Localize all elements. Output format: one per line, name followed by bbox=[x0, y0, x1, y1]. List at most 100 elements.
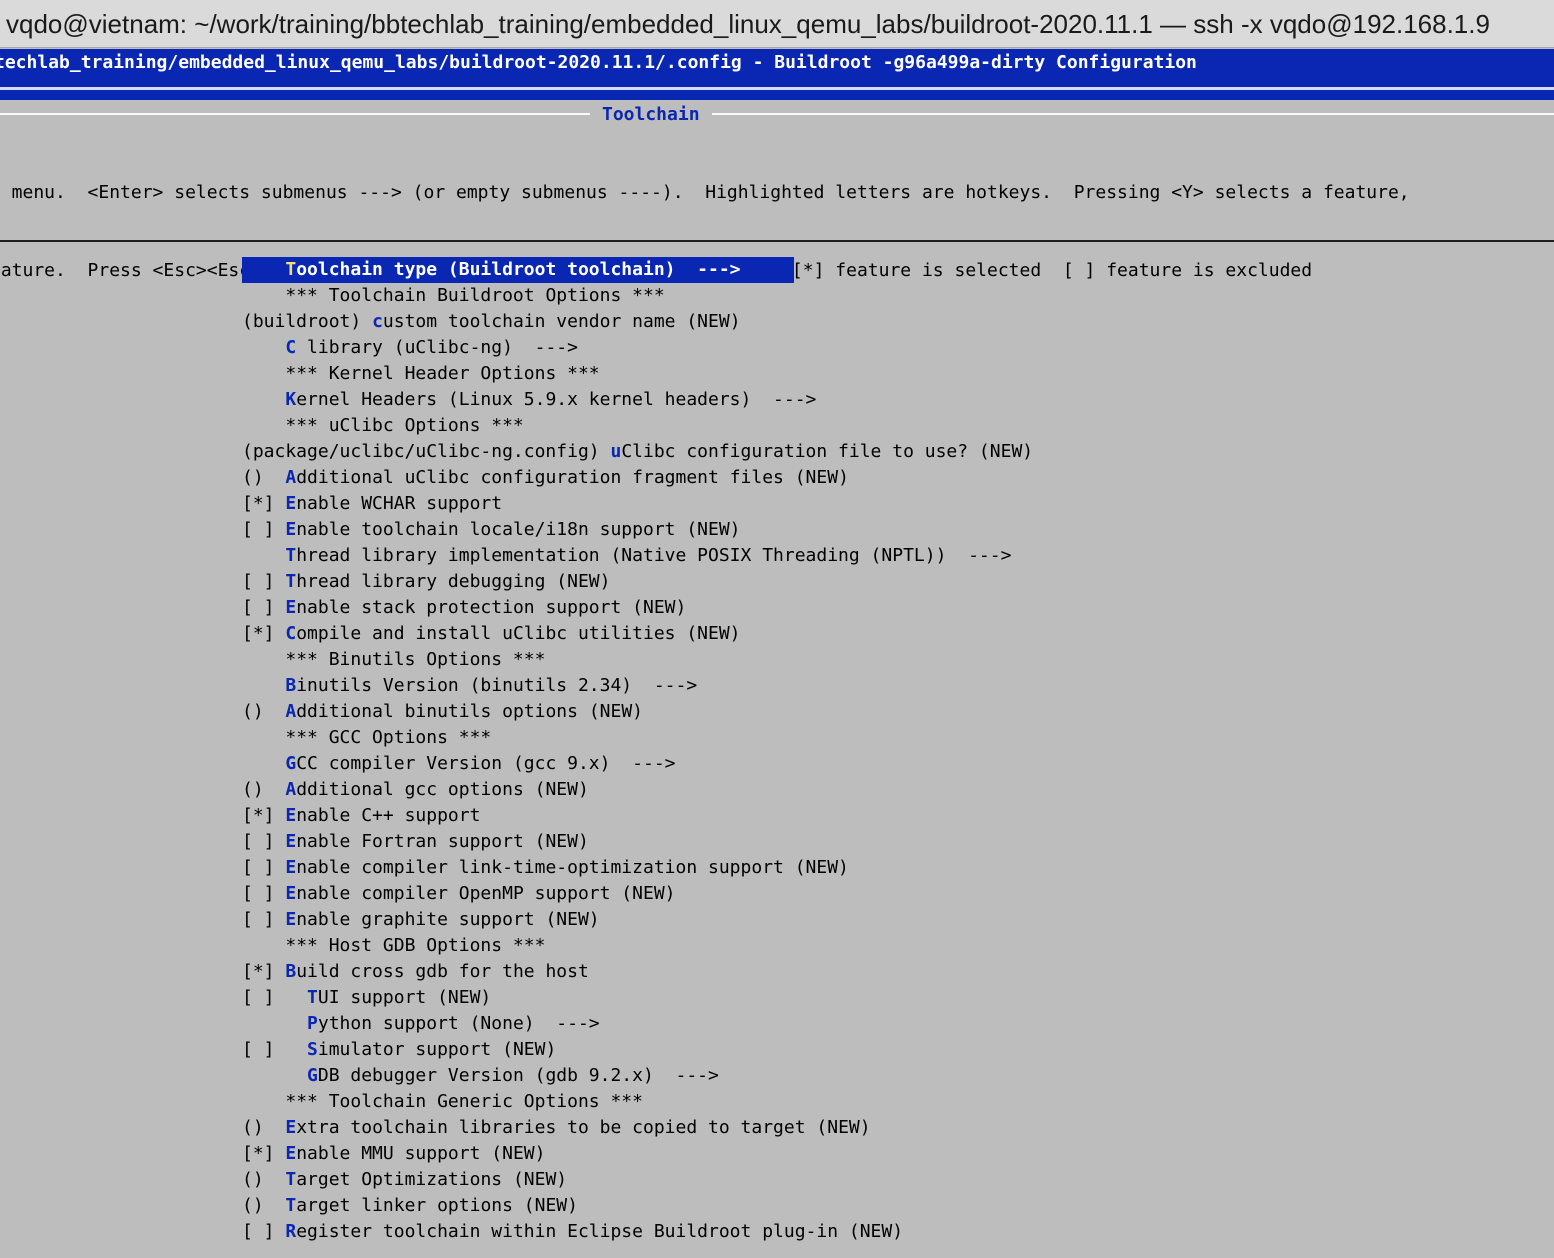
menu-item[interactable]: () Additional gcc options (NEW) bbox=[242, 777, 1033, 803]
menu-item[interactable]: [*] Compile and install uClibc utilities… bbox=[242, 621, 1033, 647]
menu-item-indent bbox=[275, 1143, 286, 1164]
menu-item-hotkey: C bbox=[285, 337, 297, 358]
menu-item-label: nable Fortran support (NEW) bbox=[296, 831, 589, 852]
menu-item-hotkey: P bbox=[307, 1013, 318, 1034]
menu-item-indent bbox=[242, 415, 285, 436]
menu-item-indent bbox=[264, 467, 286, 488]
menu-item[interactable]: Binutils Version (binutils 2.34) ---> bbox=[242, 673, 1033, 699]
menu-item-mark: () bbox=[242, 779, 264, 800]
menu-item[interactable]: [*] Enable C++ support bbox=[242, 803, 1033, 829]
menu-item-mark: [ ] bbox=[242, 831, 275, 852]
menu-item-indent bbox=[275, 519, 286, 540]
menu-item-label: *** Host GDB Options *** bbox=[285, 935, 546, 956]
menu-item[interactable]: Python support (None) ---> bbox=[242, 1011, 1033, 1037]
menu-item[interactable]: [ ] Simulator support (NEW) bbox=[242, 1037, 1033, 1063]
menu-item-hotkey: T bbox=[285, 545, 297, 566]
menu-item[interactable]: GDB debugger Version (gdb 9.2.x) ---> bbox=[242, 1063, 1033, 1089]
menu-item[interactable]: [ ] TUI support (NEW) bbox=[242, 985, 1033, 1011]
menu-item-indent bbox=[275, 909, 286, 930]
menu-item-mark: [ ] bbox=[242, 519, 275, 540]
menu-item-hotkey: A bbox=[285, 779, 297, 800]
menu-item[interactable]: [ ] Register toolchain within Eclipse Bu… bbox=[242, 1219, 1033, 1245]
menu-item-indent bbox=[275, 571, 286, 592]
menu-item[interactable]: [*] Enable WCHAR support bbox=[242, 491, 1033, 517]
menu-item-indent bbox=[242, 935, 285, 956]
menu-item-label: *** uClibc Options *** bbox=[285, 415, 524, 436]
menu-item[interactable]: (package/uclibc/uClibc-ng.config) uClibc… bbox=[242, 439, 1033, 465]
menu-item-indent bbox=[275, 597, 286, 618]
menu-item-indent bbox=[264, 1169, 286, 1190]
menu-item-indent bbox=[242, 545, 285, 566]
menu-item-indent bbox=[275, 1221, 286, 1242]
menu-item-indent bbox=[242, 1013, 307, 1034]
menu-item-hotkey: K bbox=[285, 389, 297, 410]
menu-item[interactable]: [ ] Enable toolchain locale/i18n support… bbox=[242, 517, 1033, 543]
menu-item[interactable]: C library (uClibc-ng) ---> bbox=[242, 335, 1033, 361]
menu-item-label: ernel Headers (Linux 5.9.x kernel header… bbox=[296, 389, 817, 410]
menu-item-mark: [ ] bbox=[242, 987, 275, 1008]
menu-item[interactable]: GCC compiler Version (gcc 9.x) ---> bbox=[242, 751, 1033, 777]
menu-item[interactable]: [*] Build cross gdb for the host bbox=[242, 959, 1033, 985]
menu-item-mark: [*] bbox=[242, 1143, 275, 1164]
menu-item-mark: [*] bbox=[242, 623, 275, 644]
menu-item-hotkey: E bbox=[285, 831, 297, 852]
menu-item-hotkey: R bbox=[285, 1221, 297, 1242]
menu-item-indent bbox=[242, 649, 285, 670]
menu-item-mark: [ ] bbox=[242, 1039, 275, 1060]
menu-item-hotkey: E bbox=[285, 909, 297, 930]
menu-item-label: Clibc configuration file to use? (NEW) bbox=[621, 441, 1034, 462]
menu-item[interactable]: Kernel Headers (Linux 5.9.x kernel heade… bbox=[242, 387, 1033, 413]
menu-item-mark: [ ] bbox=[242, 883, 275, 904]
menu-item-label: xtra toolchain libraries to be copied to… bbox=[296, 1117, 871, 1138]
menu-item-indent bbox=[242, 285, 285, 306]
menu-item[interactable]: [ ] Enable Fortran support (NEW) bbox=[242, 829, 1033, 855]
terminal[interactable]: techlab_training/embedded_linux_qemu_lab… bbox=[0, 49, 1554, 1258]
menu-item-hotkey: A bbox=[285, 701, 297, 722]
menu-list[interactable]: Toolchain type (Buildroot toolchain) ---… bbox=[242, 257, 1033, 1245]
menu-item[interactable]: [ ] Enable stack protection support (NEW… bbox=[242, 595, 1033, 621]
menu-item[interactable]: [ ] Thread library debugging (NEW) bbox=[242, 569, 1033, 595]
menu-item-label: DB debugger Version (gdb 9.2.x) ---> bbox=[317, 1065, 719, 1086]
menu-item-mark: [ ] bbox=[242, 597, 275, 618]
menu-section-header: *** GCC Options *** bbox=[242, 725, 1033, 751]
menu-item[interactable]: [ ] Enable compiler link-time-optimizati… bbox=[242, 855, 1033, 881]
menu-item-mark: [ ] bbox=[242, 571, 275, 592]
menu-item-hotkey: T bbox=[285, 1169, 297, 1190]
menu-item-hotkey: u bbox=[610, 441, 622, 462]
menu-item[interactable]: Toolchain type (Buildroot toolchain) ---… bbox=[242, 257, 794, 283]
menu-item-mark: () bbox=[242, 1169, 264, 1190]
menu-item[interactable]: [ ] Enable graphite support (NEW) bbox=[242, 907, 1033, 933]
menu-item-mark: (package/uclibc/uClibc-ng.config) bbox=[242, 441, 600, 462]
window-title: vqdo@vietnam: ~/work/training/bbtechlab_… bbox=[0, 0, 1554, 48]
menu-item[interactable]: [ ] Enable compiler OpenMP support (NEW) bbox=[242, 881, 1033, 907]
menu-item-indent bbox=[275, 805, 286, 826]
menu-item-label: dditional uClibc configuration fragment … bbox=[296, 467, 849, 488]
menu-item[interactable]: () Extra toolchain libraries to be copie… bbox=[242, 1115, 1033, 1141]
menu-item-indent bbox=[275, 493, 286, 514]
config-title-bar: techlab_training/embedded_linux_qemu_lab… bbox=[0, 49, 1554, 100]
dialog-title: Toolchain bbox=[590, 103, 712, 127]
menu-item-mark: [ ] bbox=[242, 1221, 275, 1242]
menu-item-label: nable WCHAR support bbox=[296, 493, 503, 514]
menu-item[interactable]: (buildroot) custom toolchain vendor name… bbox=[242, 309, 1033, 335]
dialog-top-border bbox=[0, 113, 1554, 115]
menu-item[interactable]: () Additional uClibc configuration fragm… bbox=[242, 465, 1033, 491]
menu-item-label: nable MMU support (NEW) bbox=[296, 1143, 546, 1164]
menu-item-label: egister toolchain within Eclipse Buildro… bbox=[296, 1221, 904, 1242]
menu-item-indent bbox=[275, 883, 286, 904]
menu-item[interactable]: () Target Optimizations (NEW) bbox=[242, 1167, 1033, 1193]
menu-item-label: dditional gcc options (NEW) bbox=[296, 779, 589, 800]
menu-item[interactable]: Thread library implementation (Native PO… bbox=[242, 543, 1033, 569]
menu-item-indent bbox=[264, 779, 286, 800]
menu-item-label: arget linker options (NEW) bbox=[296, 1195, 578, 1216]
menu-item-label: *** Toolchain Generic Options *** bbox=[285, 1091, 643, 1112]
menu-item-hotkey: E bbox=[285, 883, 297, 904]
menu-item-label: oolchain type (Buildroot toolchain) ---> bbox=[296, 259, 741, 280]
menu-item[interactable]: () Target linker options (NEW) bbox=[242, 1193, 1033, 1219]
menu-item-indent bbox=[242, 1065, 307, 1086]
menu-item[interactable]: [*] Enable MMU support (NEW) bbox=[242, 1141, 1033, 1167]
menu-item-mark: [*] bbox=[242, 961, 275, 982]
menu-item[interactable]: () Additional binutils options (NEW) bbox=[242, 699, 1033, 725]
menu-item-label: nable graphite support (NEW) bbox=[296, 909, 600, 930]
menu-item-hotkey: E bbox=[285, 857, 297, 878]
